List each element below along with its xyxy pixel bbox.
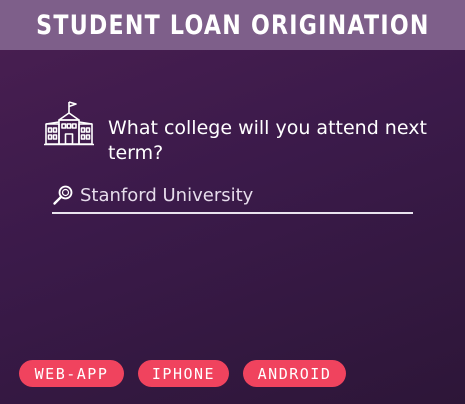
search-icon: [53, 185, 73, 205]
app-header: STUDENT LOAN ORIGINATION: [0, 0, 465, 50]
college-search-input[interactable]: [80, 184, 400, 206]
college-building-icon: [44, 101, 94, 146]
web-app-button[interactable]: WEB-APP: [19, 360, 124, 387]
college-question: What college will you attend next term?: [108, 117, 427, 164]
page-title: STUDENT LOAN ORIGINATION: [35, 9, 430, 41]
college-search-field[interactable]: [52, 178, 413, 214]
platform-links: WEB-APP IPHONE ANDROID: [19, 360, 346, 387]
android-button[interactable]: ANDROID: [243, 360, 346, 387]
iphone-button[interactable]: IPHONE: [138, 360, 229, 387]
